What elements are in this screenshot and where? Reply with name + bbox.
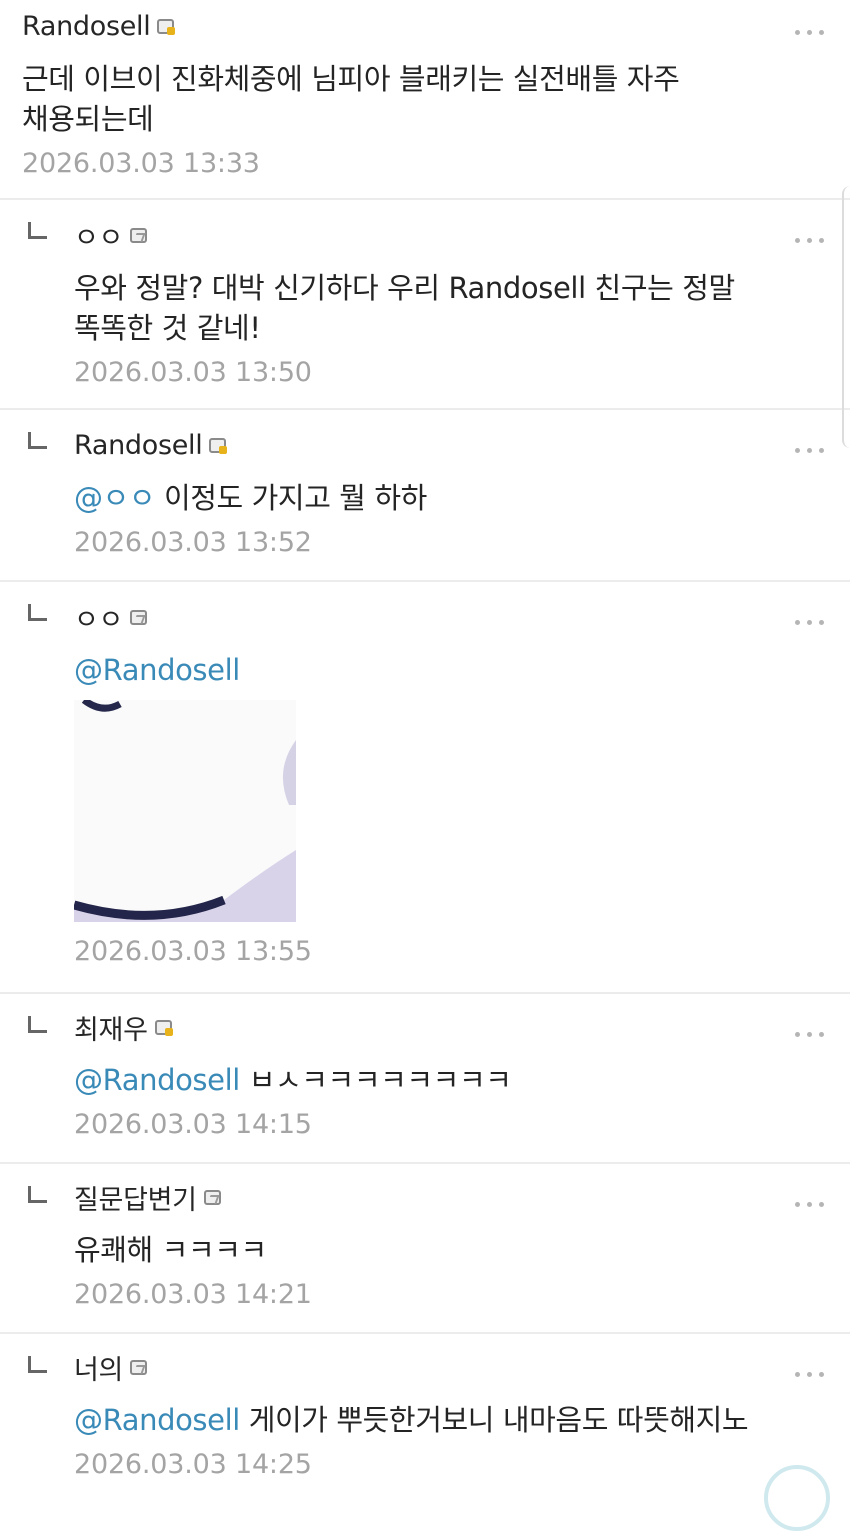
image-content: [74, 700, 296, 922]
fixed-nick-icon: [154, 1019, 173, 1036]
comment-timestamp: 2026.03.03 13:52: [74, 527, 312, 558]
comment-text: 우와 정말? 대박 신기하다 우리 Randosell 친구는 정말 똑똑한 것…: [74, 271, 735, 345]
comment-timestamp: 2026.03.03 14:25: [74, 1449, 312, 1480]
comment-text: 근데 이브이 진화체중에 님피아 블래키는 실전배틀 자주 채용되는데: [22, 62, 680, 136]
more-options-icon[interactable]: [795, 620, 824, 625]
more-options-icon[interactable]: [795, 448, 824, 453]
more-options-icon[interactable]: [795, 30, 824, 35]
reply-arrow-icon: [28, 222, 47, 239]
comment-timestamp: 2026.03.03 14:15: [74, 1109, 312, 1140]
reply-arrow-icon: [28, 1356, 47, 1373]
reply-arrow-icon: [28, 604, 47, 621]
mention-link[interactable]: @Randosell: [74, 1403, 240, 1437]
scroll-top-button[interactable]: [764, 1465, 830, 1531]
mention-link[interactable]: @Randosell: [74, 1063, 240, 1097]
comment-text: @Randosell: [74, 650, 760, 690]
scrollbar[interactable]: [842, 186, 850, 448]
more-options-icon[interactable]: [795, 238, 824, 243]
comment-header: 너의: [74, 1334, 760, 1386]
commenter-name[interactable]: 질문답변기: [74, 1178, 197, 1217]
reply-arrow-icon: [28, 1186, 47, 1203]
comment-header: 최재우: [74, 994, 760, 1046]
flow-nick-icon: [130, 227, 148, 243]
comment-reply: ㅇㅇ 우와 정말? 대박 신기하다 우리 Randosell 친구는 정말 똑똑…: [0, 200, 850, 410]
comment-header: ㅇㅇ: [74, 200, 760, 254]
mention-link[interactable]: @ㅇㅇ: [74, 481, 156, 515]
comment-header: Randosell: [74, 410, 760, 461]
commenter-name[interactable]: Randosell: [22, 11, 151, 42]
comment-header: ㅇㅇ: [74, 582, 760, 636]
comment-text-body: 게이가 뿌듯한거보니 내마음도 따뜻해지노: [239, 1403, 749, 1437]
commenter-name[interactable]: ㅇㅇ: [74, 216, 123, 255]
fixed-nick-icon: [157, 18, 176, 35]
reply-arrow-icon: [28, 432, 47, 449]
comment-header: Randosell: [22, 0, 760, 42]
more-options-icon[interactable]: [795, 1032, 824, 1037]
comment-text: @Randosell 게이가 뿌듯한거보니 내마음도 따뜻해지노: [74, 1400, 760, 1440]
commenter-name[interactable]: 최재우: [74, 1008, 148, 1047]
comment-text: @ㅇㅇ 이정도 가지고 뭘 하하: [74, 478, 760, 518]
comment-item: Randosell 근데 이브이 진화체중에 님피아 블래키는 실전배틀 자주 …: [0, 0, 850, 200]
comment-reply: ㅇㅇ @Randosell 2026.03.03 13:55: [0, 582, 850, 994]
comment-timestamp: 2026.03.03 14:21: [74, 1279, 312, 1310]
fixed-nick-icon: [209, 437, 228, 454]
comment-header: 질문답변기: [74, 1164, 760, 1216]
flow-nick-icon: [203, 1189, 221, 1205]
comment-text-body: ㅂㅅㅋㅋㅋㅋㅋㅋㅋㅋ: [239, 1063, 512, 1097]
reply-arrow-icon: [28, 1016, 47, 1033]
comment-text: @Randosell ㅂㅅㅋㅋㅋㅋㅋㅋㅋㅋ: [74, 1060, 760, 1100]
more-options-icon[interactable]: [795, 1202, 824, 1207]
comment-reply: 최재우 @Randosell ㅂㅅㅋㅋㅋㅋㅋㅋㅋㅋ 2026.03.03 14:…: [0, 994, 850, 1164]
more-options-icon[interactable]: [795, 1372, 824, 1377]
comment-text: 유쾌해 ㅋㅋㅋㅋ: [74, 1233, 267, 1267]
comment-timestamp: 2026.03.03 13:50: [74, 357, 312, 388]
comment-image[interactable]: [74, 700, 296, 922]
commenter-name[interactable]: Randosell: [74, 430, 203, 461]
flow-nick-icon: [130, 609, 148, 625]
commenter-name[interactable]: 너의: [74, 1348, 123, 1387]
mention-link[interactable]: @Randosell: [74, 653, 240, 687]
comment-reply: 너의 @Randosell 게이가 뿌듯한거보니 내마음도 따뜻해지노 2026…: [0, 1334, 850, 1504]
comment-text-body: 이정도 가지고 뭘 하하: [155, 481, 427, 515]
comment-timestamp: 2026.03.03 13:33: [22, 148, 260, 179]
commenter-name[interactable]: ㅇㅇ: [74, 598, 123, 637]
comment-reply: 질문답변기 유쾌해 ㅋㅋㅋㅋ 2026.03.03 14:21: [0, 1164, 850, 1334]
comment-reply: Randosell @ㅇㅇ 이정도 가지고 뭘 하하 2026.03.03 13…: [0, 410, 850, 582]
comment-timestamp: 2026.03.03 13:55: [74, 936, 312, 967]
flow-nick-icon: [130, 1359, 148, 1375]
